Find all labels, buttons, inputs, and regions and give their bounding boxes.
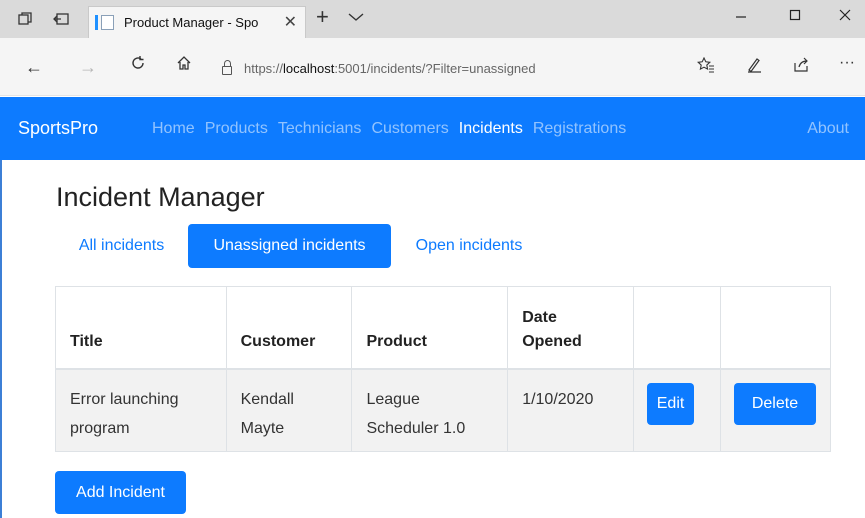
table-header-row: Title Customer Product Date Opened [55, 286, 832, 369]
cell-edit: Edit [633, 368, 721, 452]
maximize-icon[interactable] [772, 0, 818, 30]
incidents-table: Title Customer Product Date Opened Error… [55, 286, 832, 452]
page-title: Incident Manager [56, 182, 265, 212]
column-header-edit [633, 286, 721, 369]
edit-button[interactable]: Edit [647, 382, 695, 425]
nav-link-registrations[interactable]: Registrations [533, 120, 626, 138]
nav-links: Home Products Technicians Customers Inci… [152, 120, 636, 138]
cell-delete: Delete [719, 368, 832, 452]
tab-actions-icon[interactable] [12, 0, 38, 38]
column-header-product: Product [351, 286, 509, 369]
nav-link-home[interactable]: Home [152, 120, 195, 138]
add-incident-button[interactable]: Add Incident [55, 471, 186, 514]
url-scheme: https:// [244, 60, 284, 76]
column-header-date-opened: Date Opened [507, 286, 635, 369]
more-menu-icon[interactable]: ··· [836, 54, 858, 72]
url-field[interactable]: https://localhost:5001/incidents/?Filter… [222, 56, 652, 80]
refresh-icon[interactable] [126, 55, 150, 76]
forward-arrow-icon[interactable]: → [76, 57, 100, 78]
filter-all-incidents[interactable]: All incidents [55, 224, 188, 268]
cell-title: Error launching program [55, 368, 227, 452]
tab-close-icon[interactable]: ✕ [284, 12, 297, 32]
chevron-down-icon[interactable] [348, 9, 364, 27]
nav-link-customers[interactable]: Customers [371, 120, 448, 138]
brand-logo[interactable]: SportsPro [18, 118, 98, 139]
filter-unassigned-incidents[interactable]: Unassigned incidents [188, 224, 391, 268]
minimize-icon[interactable] [718, 0, 764, 30]
home-icon[interactable] [172, 55, 196, 76]
active-browser-tab[interactable]: Product Manager - Spo ✕ [88, 6, 306, 38]
page-favicon-icon [95, 15, 114, 30]
lock-icon [222, 60, 232, 75]
filter-open-incidents[interactable]: Open incidents [391, 224, 547, 268]
set-tabs-aside-icon[interactable] [46, 0, 76, 38]
back-arrow-icon[interactable]: ← [22, 57, 46, 78]
cell-date-opened: 1/10/2020 [507, 368, 635, 452]
cell-customer: Kendall Mayte [225, 368, 353, 452]
site-navbar: SportsPro Home Products Technicians Cust… [0, 97, 865, 160]
column-header-customer: Customer [225, 286, 353, 369]
window-left-edge [0, 160, 2, 518]
favorites-star-icon[interactable] [695, 56, 717, 78]
table-row: Error launching program Kendall Mayte Le… [55, 368, 832, 452]
cell-product: League Scheduler 1.0 [351, 368, 509, 452]
nav-link-incidents[interactable]: Incidents [459, 120, 523, 138]
url-host: localhost [283, 60, 335, 76]
nav-link-products[interactable]: Products [205, 120, 268, 138]
url-path: :5001/incidents/?Filter=unassigned [334, 60, 536, 76]
nav-link-technicians[interactable]: Technicians [278, 120, 362, 138]
column-header-title: Title [55, 286, 227, 369]
new-tab-icon[interactable]: + [316, 4, 329, 30]
tab-title: Product Manager - Spo [124, 15, 259, 30]
pen-notes-icon[interactable] [743, 57, 765, 78]
delete-button[interactable]: Delete [733, 382, 816, 425]
nav-link-about[interactable]: About [807, 120, 849, 138]
address-bar-row: ← → https://localhost:5001/incidents/?Fi… [0, 38, 865, 96]
column-header-delete [719, 286, 832, 369]
share-icon[interactable] [790, 57, 812, 78]
browser-tab-strip: Product Manager - Spo ✕ + [0, 0, 865, 38]
close-window-icon[interactable] [822, 0, 865, 30]
